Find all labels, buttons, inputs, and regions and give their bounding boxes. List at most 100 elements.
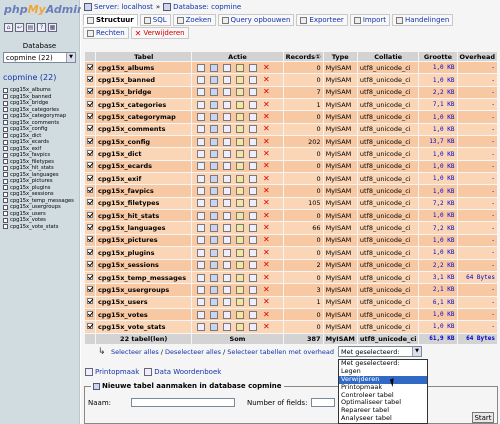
insert-icon[interactable] bbox=[236, 310, 245, 319]
browse-icon[interactable] bbox=[197, 285, 206, 294]
search-icon[interactable] bbox=[223, 100, 232, 109]
empty-icon[interactable] bbox=[249, 285, 258, 294]
breadcrumb-server[interactable]: Server: localhost bbox=[94, 3, 153, 11]
table-icon[interactable] bbox=[3, 211, 8, 217]
browse-icon[interactable] bbox=[197, 162, 206, 171]
browse-icon[interactable] bbox=[197, 150, 206, 159]
search-icon[interactable] bbox=[223, 187, 232, 196]
empty-icon[interactable] bbox=[249, 113, 258, 122]
row-checkbox[interactable] bbox=[87, 224, 93, 231]
browse-icon[interactable] bbox=[197, 211, 206, 220]
tab-structuur[interactable]: Structuur bbox=[83, 14, 138, 26]
sidebar-table-name[interactable]: cpg15x_albums bbox=[10, 87, 51, 93]
sidebar-table-name[interactable]: cpg15x_hit_stats bbox=[10, 165, 54, 171]
browse-icon[interactable] bbox=[197, 310, 206, 319]
sidebar-table-item[interactable]: cpg15x_temp_messages bbox=[3, 198, 79, 205]
browse-icon[interactable] bbox=[197, 224, 206, 233]
structure-icon[interactable] bbox=[210, 310, 219, 319]
search-icon[interactable] bbox=[223, 298, 232, 307]
empty-icon[interactable] bbox=[249, 211, 258, 220]
structure-icon[interactable] bbox=[210, 236, 219, 245]
chevron-down-icon[interactable]: ▼ bbox=[66, 53, 75, 62]
row-checkbox[interactable] bbox=[87, 88, 93, 95]
search-icon[interactable] bbox=[223, 199, 232, 208]
insert-icon[interactable] bbox=[236, 63, 245, 72]
drop-icon[interactable]: ✕ bbox=[262, 76, 270, 84]
sidebar-table-name[interactable]: cpg15x_banned bbox=[10, 94, 51, 100]
header-size[interactable]: Grootte bbox=[419, 52, 457, 61]
drop-icon[interactable]: ✕ bbox=[262, 137, 270, 146]
empty-icon[interactable] bbox=[249, 63, 258, 72]
structure-icon[interactable] bbox=[210, 224, 219, 233]
search-icon[interactable] bbox=[223, 248, 232, 257]
sidebar-table-name[interactable]: cpg15x_vote_stats bbox=[10, 224, 58, 230]
row-checkbox[interactable] bbox=[87, 211, 93, 218]
select-all-link[interactable]: Selecteer alles bbox=[111, 348, 159, 356]
drop-icon[interactable]: ✕ bbox=[262, 162, 270, 170]
sidebar-table-name[interactable]: cpg15x_languages bbox=[10, 172, 59, 178]
row-checkbox[interactable] bbox=[87, 76, 93, 83]
browse-icon[interactable] bbox=[197, 187, 206, 196]
insert-icon[interactable] bbox=[236, 100, 245, 109]
docs-icon[interactable]: ? bbox=[37, 23, 46, 32]
structure-icon[interactable] bbox=[210, 174, 219, 183]
structure-icon[interactable] bbox=[210, 150, 219, 159]
deselect-all-link[interactable]: Deselecteer alles bbox=[165, 348, 221, 356]
sidebar-table-name[interactable]: cpg15x_dict bbox=[10, 133, 41, 139]
row-checkbox[interactable] bbox=[87, 113, 93, 120]
tab-handelingen[interactable]: Handelingen bbox=[392, 14, 454, 26]
table-icon[interactable] bbox=[3, 133, 8, 139]
insert-icon[interactable] bbox=[236, 261, 245, 270]
exit-icon[interactable]: ↩ bbox=[15, 23, 24, 32]
insert-icon[interactable] bbox=[236, 211, 245, 220]
table-icon[interactable] bbox=[3, 113, 8, 119]
table-icon[interactable] bbox=[3, 224, 8, 230]
search-icon[interactable] bbox=[223, 224, 232, 233]
table-icon[interactable] bbox=[3, 185, 8, 191]
empty-icon[interactable] bbox=[249, 298, 258, 307]
drop-icon[interactable]: ✕ bbox=[262, 236, 270, 244]
structure-icon[interactable] bbox=[210, 211, 219, 220]
table-icon[interactable] bbox=[3, 159, 8, 165]
sidebar-table-name[interactable]: cpg15x_votes bbox=[10, 217, 46, 223]
database-select[interactable]: copmine (22) ▼ bbox=[3, 52, 76, 63]
search-icon[interactable] bbox=[223, 162, 232, 171]
row-checkbox[interactable] bbox=[87, 100, 93, 107]
table-icon[interactable] bbox=[3, 191, 8, 197]
table-icon[interactable] bbox=[3, 100, 8, 106]
structure-icon[interactable] bbox=[210, 285, 219, 294]
structure-icon[interactable] bbox=[210, 162, 219, 171]
with-selected-select[interactable]: Met geselecteerd: ▼ bbox=[338, 346, 422, 357]
search-icon[interactable] bbox=[223, 125, 232, 134]
structure-icon[interactable] bbox=[210, 298, 219, 307]
phpmyadmin-logo[interactable]: phpMyAdmin bbox=[0, 0, 85, 22]
start-button[interactable]: Start bbox=[472, 412, 494, 423]
empty-icon[interactable] bbox=[249, 248, 258, 257]
empty-icon[interactable] bbox=[249, 224, 258, 233]
drop-icon[interactable]: ✕ bbox=[262, 125, 270, 133]
empty-icon[interactable] bbox=[249, 273, 258, 282]
drop-icon[interactable]: ✕ bbox=[262, 211, 270, 220]
structure-icon[interactable] bbox=[210, 100, 219, 109]
tab-zoeken[interactable]: Zoeken bbox=[172, 14, 216, 26]
table-icon[interactable] bbox=[3, 120, 8, 126]
drop-icon[interactable]: ✕ bbox=[262, 310, 270, 319]
empty-icon[interactable] bbox=[249, 137, 258, 146]
row-checkbox[interactable] bbox=[87, 174, 93, 181]
empty-icon[interactable] bbox=[249, 125, 258, 134]
browse-icon[interactable] bbox=[197, 322, 206, 331]
browse-icon[interactable] bbox=[197, 88, 206, 97]
row-checkbox[interactable] bbox=[87, 125, 93, 132]
tab-rechten[interactable]: Rechten bbox=[83, 27, 129, 39]
insert-icon[interactable] bbox=[236, 76, 245, 85]
structure-icon[interactable] bbox=[210, 248, 219, 257]
browse-icon[interactable] bbox=[197, 63, 206, 72]
row-checkbox[interactable] bbox=[87, 248, 93, 255]
sidebar-table-name[interactable]: cpg15x_sessions bbox=[10, 191, 54, 197]
empty-icon[interactable] bbox=[249, 187, 258, 196]
table-icon[interactable] bbox=[3, 165, 8, 171]
row-checkbox[interactable] bbox=[87, 236, 93, 243]
insert-icon[interactable] bbox=[236, 187, 245, 196]
search-icon[interactable] bbox=[223, 174, 232, 183]
tab-verwijderen[interactable]: ✕ Verwijderen bbox=[130, 27, 189, 39]
